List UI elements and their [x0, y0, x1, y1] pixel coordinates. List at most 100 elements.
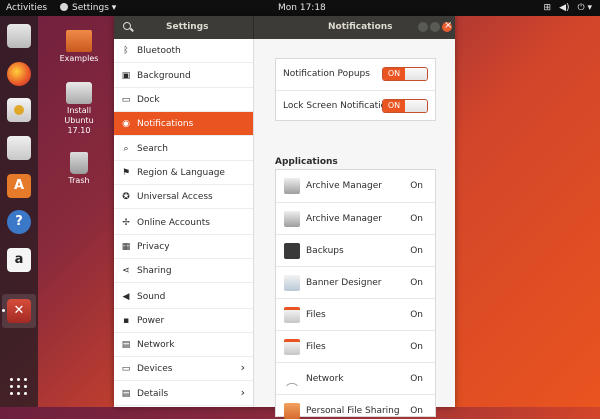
sidebar-item-background[interactable]: ▣ Background: [114, 64, 253, 88]
power-icon: ▪: [122, 316, 130, 326]
desktop-icon-install-ubuntu[interactable]: Install Ubuntu 17.10: [57, 82, 101, 136]
file-sharing-icon: [284, 403, 300, 419]
sidebar-item-region-language[interactable]: ⚑ Region & Language: [114, 161, 253, 185]
power-icon: ⏻ ▾: [577, 3, 593, 13]
sidebar-item-devices[interactable]: ▭ Devices ›: [114, 357, 253, 381]
privacy-icon: ▦: [121, 242, 131, 252]
minimize-button[interactable]: [418, 22, 428, 32]
notification-popups-label: Notification Popups: [283, 69, 370, 79]
app-row-personal-file-sharing[interactable]: Personal File Sharing On: [276, 394, 435, 419]
sidebar-item-details[interactable]: ▤ Details ›: [114, 382, 253, 406]
sidebar-item-search[interactable]: ⌕ Search: [114, 137, 253, 161]
close-button[interactable]: [442, 20, 452, 32]
app-row-backups[interactable]: Backups On: [276, 234, 435, 266]
system-tray[interactable]: ⊞ ◀) ⏻ ▾: [536, 2, 592, 14]
files-icon: [284, 339, 300, 355]
lock-screen-notifications-row[interactable]: Lock Screen Notifications ON: [276, 90, 435, 121]
sidebar-item-network[interactable]: ▤ Network: [114, 333, 253, 357]
app-menu[interactable]: Settings ▾: [60, 2, 116, 14]
app-row-banner-designer[interactable]: Banner Designer On: [276, 266, 435, 298]
settings-window: Settings Notifications ᛒBluetooth ▣Backg…: [114, 16, 455, 419]
installer-icon: [66, 82, 92, 104]
show-applications-icon[interactable]: [10, 378, 28, 396]
app-row-archive-manager[interactable]: Archive Manager On: [276, 170, 435, 202]
desktop-icon-label: Examples: [59, 54, 99, 63]
clock[interactable]: Mon 17:18: [278, 2, 326, 14]
help-icon[interactable]: ?: [7, 210, 31, 234]
files-icon: [284, 307, 300, 323]
app-state: On: [410, 374, 423, 384]
background-icon: ▣: [121, 71, 131, 81]
software-icon[interactable]: A: [7, 174, 31, 198]
settings-sidebar: ᛒ Bluetooth ▣ Background ▭ Dock ◉ Notificati…: [114, 39, 254, 407]
banner-designer-icon: [284, 275, 300, 291]
app-row-network[interactable]: Network On: [276, 362, 435, 394]
title-bar: Settings Notifications: [114, 16, 455, 39]
sharing-icon: ⋖: [122, 266, 130, 276]
files-icon[interactable]: [7, 24, 31, 48]
archive-manager-icon: [284, 178, 300, 194]
maximize-button[interactable]: [430, 22, 440, 32]
search-icon[interactable]: [122, 21, 134, 33]
network-icon: [284, 371, 300, 389]
app-state: On: [410, 278, 423, 288]
region-icon: ⚑: [121, 168, 131, 178]
desktop-icon-examples[interactable]: Examples: [57, 30, 101, 64]
sidebar-title: Settings: [166, 22, 209, 32]
desktop-icon-trash[interactable]: Trash: [57, 152, 101, 186]
sidebar-item-bluetooth[interactable]: ᛒ Bluetooth: [114, 39, 253, 63]
archive-manager-icon: [284, 211, 300, 227]
applications-list: Archive Manager On Archive Manager On Ba…: [275, 169, 436, 419]
desktop-icon-label: Install Ubuntu 17.10: [64, 106, 94, 135]
sidebar-item-dock[interactable]: ▭ Dock: [114, 88, 253, 112]
app-state: On: [410, 246, 423, 256]
search-icon: ⌕: [123, 144, 129, 154]
app-row-archive-manager[interactable]: Archive Manager On: [276, 202, 435, 234]
sidebar-item-notifications[interactable]: ◉ Notifications: [114, 112, 253, 136]
notification-settings-box: Notification Popups ON Lock Screen Notif…: [275, 58, 436, 121]
settings-icon[interactable]: ✕: [2, 299, 31, 323]
online-accounts-icon: ✢: [122, 218, 130, 228]
sidebar-item-power[interactable]: ▪ Power: [114, 309, 253, 333]
app-row-files[interactable]: Files On: [276, 298, 435, 330]
app-state: On: [410, 181, 423, 191]
sidebar-item-sharing[interactable]: ⋖ Sharing: [114, 259, 253, 283]
sidebar-item-online-accounts[interactable]: ✢ Online Accounts: [114, 211, 253, 235]
app-row-files[interactable]: Files On: [276, 330, 435, 362]
desktop-icon-label: Trash: [68, 176, 90, 185]
sidebar-item-sound[interactable]: ◀ Sound: [114, 285, 253, 309]
app-state: On: [410, 310, 423, 320]
dock-icon: ▭: [121, 95, 131, 105]
app-menu-label: Settings: [72, 3, 109, 13]
amazon-icon[interactable]: a: [7, 248, 31, 272]
top-bar: Activities Settings ▾ Mon 17:18 ⊞ ◀) ⏻ ▾: [0, 0, 600, 16]
title-separator: [253, 16, 254, 39]
backups-icon: [284, 243, 300, 259]
switch-knob: [405, 100, 427, 112]
notifications-panel: Notification Popups ON Lock Screen Notif…: [254, 39, 455, 419]
gear-icon: [60, 3, 68, 11]
switch-on-label: ON: [383, 100, 405, 112]
lock-screen-notifications-label: Lock Screen Notifications: [283, 101, 397, 111]
sidebar-item-privacy[interactable]: ▦ Privacy: [114, 235, 253, 259]
chevron-right-icon: ›: [240, 386, 245, 399]
chevron-right-icon: ›: [240, 361, 245, 374]
switch-on-label: ON: [383, 68, 405, 80]
folder-icon: [66, 30, 92, 52]
notification-popups-row[interactable]: Notification Popups ON: [276, 59, 435, 90]
app-state: On: [410, 406, 423, 416]
app-state: On: [410, 342, 423, 352]
firefox-icon[interactable]: [7, 62, 31, 86]
universal-access-icon: ✪: [122, 192, 130, 202]
sidebar-item-universal-access[interactable]: ✪ Universal Access: [114, 185, 253, 209]
dock: A ? a ✕: [0, 16, 38, 407]
rhythmbox-icon[interactable]: [7, 98, 31, 122]
lock-screen-notifications-switch[interactable]: ON: [382, 99, 428, 113]
notification-popups-switch[interactable]: ON: [382, 67, 428, 81]
writer-icon[interactable]: [7, 136, 31, 160]
page-title: Notifications: [328, 22, 393, 32]
volume-icon: ◀): [559, 3, 570, 13]
notifications-icon: ◉: [122, 119, 130, 129]
activities-button[interactable]: Activities: [6, 2, 47, 14]
applications-heading: Applications: [275, 157, 338, 167]
